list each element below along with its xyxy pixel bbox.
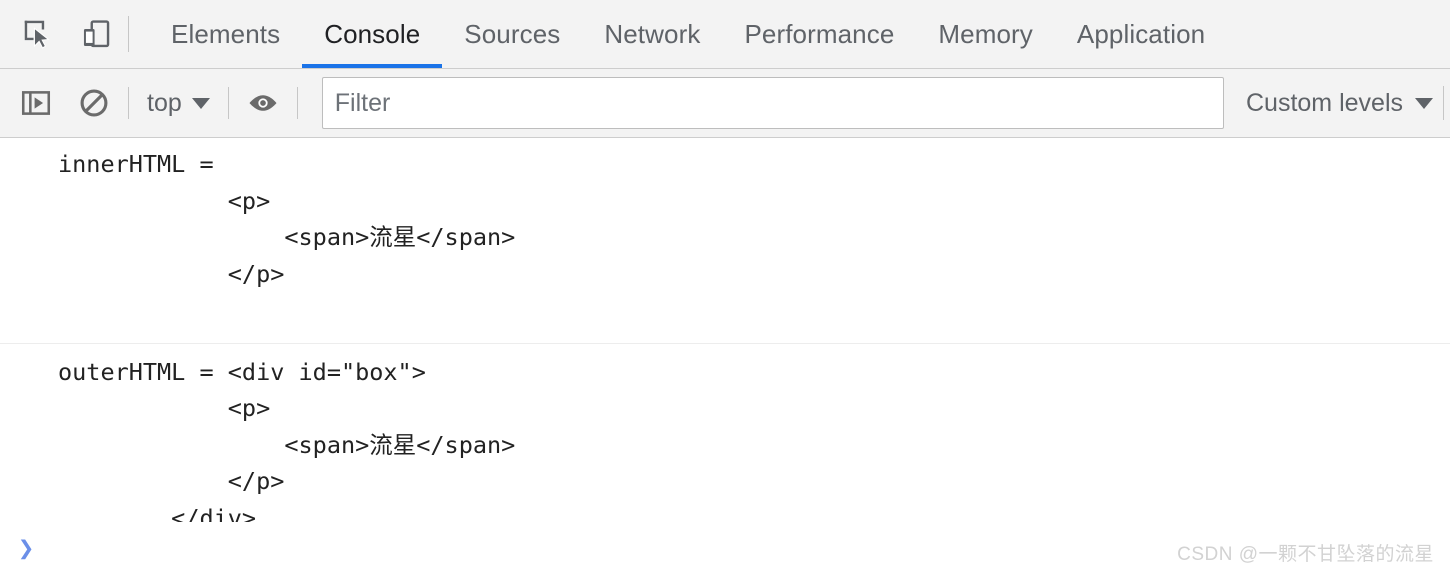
sidebar-toggle-glyph bbox=[21, 91, 51, 115]
device-toolbar-icon[interactable] bbox=[76, 14, 116, 54]
inspect-element-glyph bbox=[24, 20, 50, 49]
watermark-text: CSDN @一颗不甘坠落的流星 bbox=[1177, 544, 1434, 565]
toolbar-divider-4 bbox=[1443, 86, 1444, 120]
log-levels-dropdown[interactable]: Custom levels bbox=[1232, 89, 1443, 118]
panel-tabs: Elements Console Sources Network Perform… bbox=[149, 0, 1227, 68]
execution-context-label: top bbox=[147, 88, 182, 117]
execution-context-dropdown[interactable]: top bbox=[143, 89, 214, 118]
device-toolbar-glyph bbox=[83, 20, 110, 48]
console-toolbar: top Filter Custom levels bbox=[0, 69, 1450, 138]
filter-placeholder: Filter bbox=[334, 88, 391, 117]
clear-console-icon[interactable] bbox=[74, 83, 114, 123]
live-expression-eye-icon[interactable] bbox=[243, 83, 283, 123]
log-levels-label: Custom levels bbox=[1246, 88, 1403, 117]
toolbar-divider-2 bbox=[227, 87, 229, 119]
chevron-down-icon bbox=[191, 97, 210, 109]
chevron-down-icon bbox=[1415, 97, 1433, 109]
console-message-list[interactable]: innerHTML = <p> <span>流星</span> </p> out… bbox=[0, 138, 1450, 522]
console-prompt-row[interactable]: ❯ CSDN @一颗不甘坠落的流星 bbox=[0, 522, 1450, 574]
tab-memory[interactable]: Memory bbox=[916, 0, 1055, 68]
console-message-text: innerHTML = <p> <span>流星</span> </p> bbox=[58, 150, 516, 288]
filter-input[interactable]: Filter bbox=[321, 77, 1224, 129]
tab-network[interactable]: Network bbox=[582, 0, 722, 68]
tabbar-divider bbox=[128, 16, 129, 52]
console-message-text: outerHTML = <div id="box"> <p> <span>流星<… bbox=[58, 357, 516, 523]
tab-elements[interactable]: Elements bbox=[149, 0, 302, 68]
console-sidebar-toggle-icon[interactable] bbox=[16, 83, 56, 123]
console-message[interactable]: innerHTML = <p> <span>流星</span> </p> bbox=[0, 138, 1450, 344]
inspect-element-icon[interactable] bbox=[18, 14, 58, 54]
tab-console[interactable]: Console bbox=[302, 0, 443, 68]
console-message[interactable]: outerHTML = <div id="box"> <p> <span>流星<… bbox=[0, 344, 1450, 523]
toolbar-divider-3 bbox=[296, 87, 298, 119]
clear-console-glyph bbox=[80, 89, 108, 117]
eye-glyph bbox=[249, 95, 277, 111]
prompt-chevron-icon: ❯ bbox=[18, 532, 35, 564]
tab-performance[interactable]: Performance bbox=[722, 0, 916, 68]
toolbar-divider-1 bbox=[128, 87, 129, 119]
devtools-tabbar: Elements Console Sources Network Perform… bbox=[0, 0, 1450, 69]
inspector-tools bbox=[0, 0, 116, 68]
devtools-window: Elements Console Sources Network Perform… bbox=[0, 0, 1450, 574]
tab-sources[interactable]: Sources bbox=[442, 0, 582, 68]
tab-application[interactable]: Application bbox=[1055, 0, 1227, 68]
